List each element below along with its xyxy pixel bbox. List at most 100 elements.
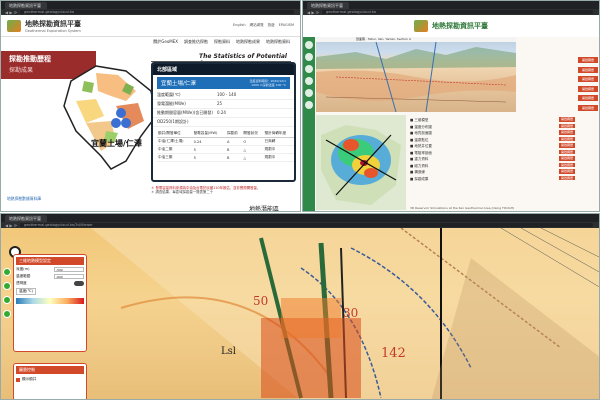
info-icon[interactable] <box>305 89 313 97</box>
chart-icon[interactable] <box>3 282 11 290</box>
browser-window-statistics: 地熱探勘資訊平臺 ◀ ▶ ⟳ geothermal.geologycloud.t… <box>0 0 301 212</box>
checkbox-row: 顯示鑽井 <box>16 377 84 382</box>
open-layer-button[interactable]: 開啟圖層 <box>558 169 575 174</box>
print-icon[interactable] <box>305 101 313 109</box>
table-header: 探勘前 <box>225 130 243 138</box>
depth-input[interactable]: -500 <box>54 267 84 272</box>
footnote: ＊ 調查結果，每區域探勘量一覽表第二十 <box>151 190 214 195</box>
logo-title[interactable]: 地熱探勘資訊平臺 <box>432 21 488 31</box>
side-layer-button[interactable]: 開啟圖層 <box>578 76 598 82</box>
3d-scene[interactable]: 50 30 142 Lsl 三維地熱模型設定 深度(m) -500 溫度範圍 -60… <box>1 228 599 399</box>
nav-arrows-icon[interactable]: ◀ ▶ ⟳ <box>307 10 319 15</box>
table-cell: A <box>225 137 243 146</box>
list-item-label: ■ 探勘成果 <box>410 176 429 181</box>
nav-item[interactable]: 地熱探勘成果 <box>236 39 260 45</box>
temperature-heatmap[interactable] <box>316 115 406 210</box>
select-field[interactable]: 溫度(℃) <box>16 288 37 295</box>
table-cell: 規劃中 <box>263 145 294 154</box>
kv-key: OD250(1期設計) <box>157 119 189 124</box>
side-button-column: 開啟圖層 開啟圖層 開啟圖層 開啟圖層 開啟圖層 開啟圖層 <box>578 57 598 111</box>
open-layer-button[interactable]: 開啟圖層 <box>558 136 575 141</box>
nav-item[interactable]: 關於GeoMEX <box>153 39 178 45</box>
cross-section-title: 剖面圖 · Tatun, Ilan, Yanlan, Section A <box>316 37 516 42</box>
nav-item[interactable]: 調查推估探勘 <box>184 39 208 45</box>
kv-row: OD250(1期設計) <box>153 118 294 127</box>
top-link[interactable]: 旅遊 <box>268 23 275 28</box>
contour-label: 30 <box>343 306 359 320</box>
panel-title: 圖層控制 <box>16 366 84 374</box>
site-logo-icon[interactable] <box>7 19 21 32</box>
kv-value: 25 <box>217 101 223 106</box>
select-row: 溫度(℃) <box>16 288 84 295</box>
table-cell: B <box>225 153 243 162</box>
range-input[interactable]: -600 <box>54 274 84 279</box>
home-icon[interactable] <box>305 41 313 49</box>
tab-bar: 地熱探勘資訊平臺 <box>1 1 300 9</box>
open-layer-button[interactable]: 開啟圖層 <box>558 162 575 167</box>
nav-item[interactable]: 地熱探勘資料 <box>266 39 290 45</box>
chart-icon[interactable] <box>305 65 313 73</box>
kv-value: 0.24 <box>217 110 226 115</box>
side-layer-button[interactable]: 開啟圖層 <box>578 104 598 111</box>
nav-item[interactable]: 探勘資料 <box>214 39 230 45</box>
layers-icon[interactable] <box>305 53 313 61</box>
layer-list: ■ 三維模型 開啟圖層 ■ 溫度分布圖 開啟圖層 ■ 地質剖面圖 開啟圖層 ■ 溫泉點… <box>410 117 575 182</box>
side-layer-button[interactable]: 開啟圖層 <box>578 85 598 92</box>
nav-arrows-icon[interactable]: ◀ ▶ ⟳ <box>5 223 17 228</box>
top-link[interactable]: EPAGISM <box>279 23 294 28</box>
side-layer-button[interactable]: 開啟圖層 <box>578 95 598 101</box>
potential-area-label: 地熱潛能區 <box>249 206 280 212</box>
table-cell: 5 <box>192 145 226 154</box>
kv-key: 溫度範圍(℃) <box>157 92 181 97</box>
top-link[interactable]: English <box>233 23 246 28</box>
open-layer-button[interactable]: 開啟圖層 <box>558 130 575 135</box>
url-field[interactable]: geothermal.geologycloud.tw <box>20 10 294 14</box>
open-layer-button[interactable]: 開啟圖層 <box>558 149 575 154</box>
field-label: 溫度範圍 <box>16 274 31 278</box>
browser-tab[interactable]: 地熱探勘資訊平臺 <box>5 215 47 222</box>
settings-icon[interactable] <box>3 296 11 304</box>
cross-section-view[interactable]: 剖面圖 · Tatun, Ilan, Yanlan, Section A <box>316 37 516 112</box>
list-item: ■ 探勘成果 開啟圖層 <box>410 175 575 183</box>
table-cell: 5 <box>192 153 226 162</box>
open-layer-button[interactable]: 開啟圖層 <box>558 117 575 122</box>
table-cell: △ <box>242 153 264 162</box>
table-cell: 中油二期 <box>157 145 193 154</box>
temperature-gradient-bar <box>16 298 84 304</box>
layer-label: Lsl <box>221 346 236 357</box>
search-icon[interactable] <box>305 77 313 85</box>
url-field[interactable]: geothermal.geologycloud.tw <box>322 10 593 14</box>
url-field[interactable]: geothermal.geologycloud.tw/3d/Viewer <box>20 223 593 227</box>
site-note: 1000 m深的溫度 100 °C <box>251 83 286 87</box>
database-link[interactable]: 地熱探勘數據資料庫 <box>7 196 41 202</box>
layers-icon[interactable] <box>3 268 11 276</box>
open-layer-button[interactable]: 開啟圖層 <box>558 123 575 128</box>
checkbox[interactable] <box>16 377 20 382</box>
logo-title: 地熱探勘資訊平臺 <box>25 19 81 28</box>
measure-icon[interactable] <box>3 310 11 318</box>
kv-row: 發電潛能(MWe) 25 <box>153 100 294 109</box>
kv-row: 溫度範圍(℃) 100 - 140 <box>153 91 294 100</box>
toggle-switch[interactable] <box>74 281 84 286</box>
site-logo-text[interactable]: 地熱探勘資訊平臺 Geothermal Exploration System <box>25 19 81 33</box>
side-layer-button[interactable]: 開啟圖層 <box>578 57 598 63</box>
open-layer-button[interactable]: 開啟圖層 <box>558 143 575 148</box>
site-logo-icon[interactable] <box>414 20 428 32</box>
browser-tab[interactable]: 地熱探勘資訊平臺 <box>307 2 349 9</box>
site-banner: 宜蘭土場/仁澤 溫度資料時間：2020/12/1 1000 m深的溫度 100 … <box>157 77 290 89</box>
browser-tab[interactable]: 地熱探勘資訊平臺 <box>5 2 47 9</box>
top-link[interactable]: 網站導覽 <box>250 23 264 28</box>
viewer-toolbar <box>3 268 11 318</box>
top-links: English 網站導覽 旅遊 EPAGISM <box>233 23 294 28</box>
nav-arrows-icon[interactable]: ◀ ▶ ⟳ <box>5 10 17 15</box>
panel-title: 三維地熱模型設定 <box>16 257 84 265</box>
open-layer-button[interactable]: 開啟圖層 <box>558 175 575 180</box>
taiwan-potential-map[interactable] <box>56 61 166 171</box>
open-layer-button[interactable]: 開啟圖層 <box>558 156 575 161</box>
figure-caption: 3D Reservoir Simulations at the Ilan Geo… <box>410 206 515 210</box>
kv-key: 推動期間容量(MWe)(含已開發) <box>157 110 213 115</box>
table-row: 中油三期 5 B △ 規劃中 <box>157 153 294 162</box>
side-layer-button[interactable]: 開啟圖層 <box>578 66 598 73</box>
cross-section-graphic <box>316 41 516 112</box>
footnotes: ＊ 發電容量資料來源為中油及台電於民國110年推估，並非實際開發量。 ＊ 調查結… <box>151 186 296 194</box>
